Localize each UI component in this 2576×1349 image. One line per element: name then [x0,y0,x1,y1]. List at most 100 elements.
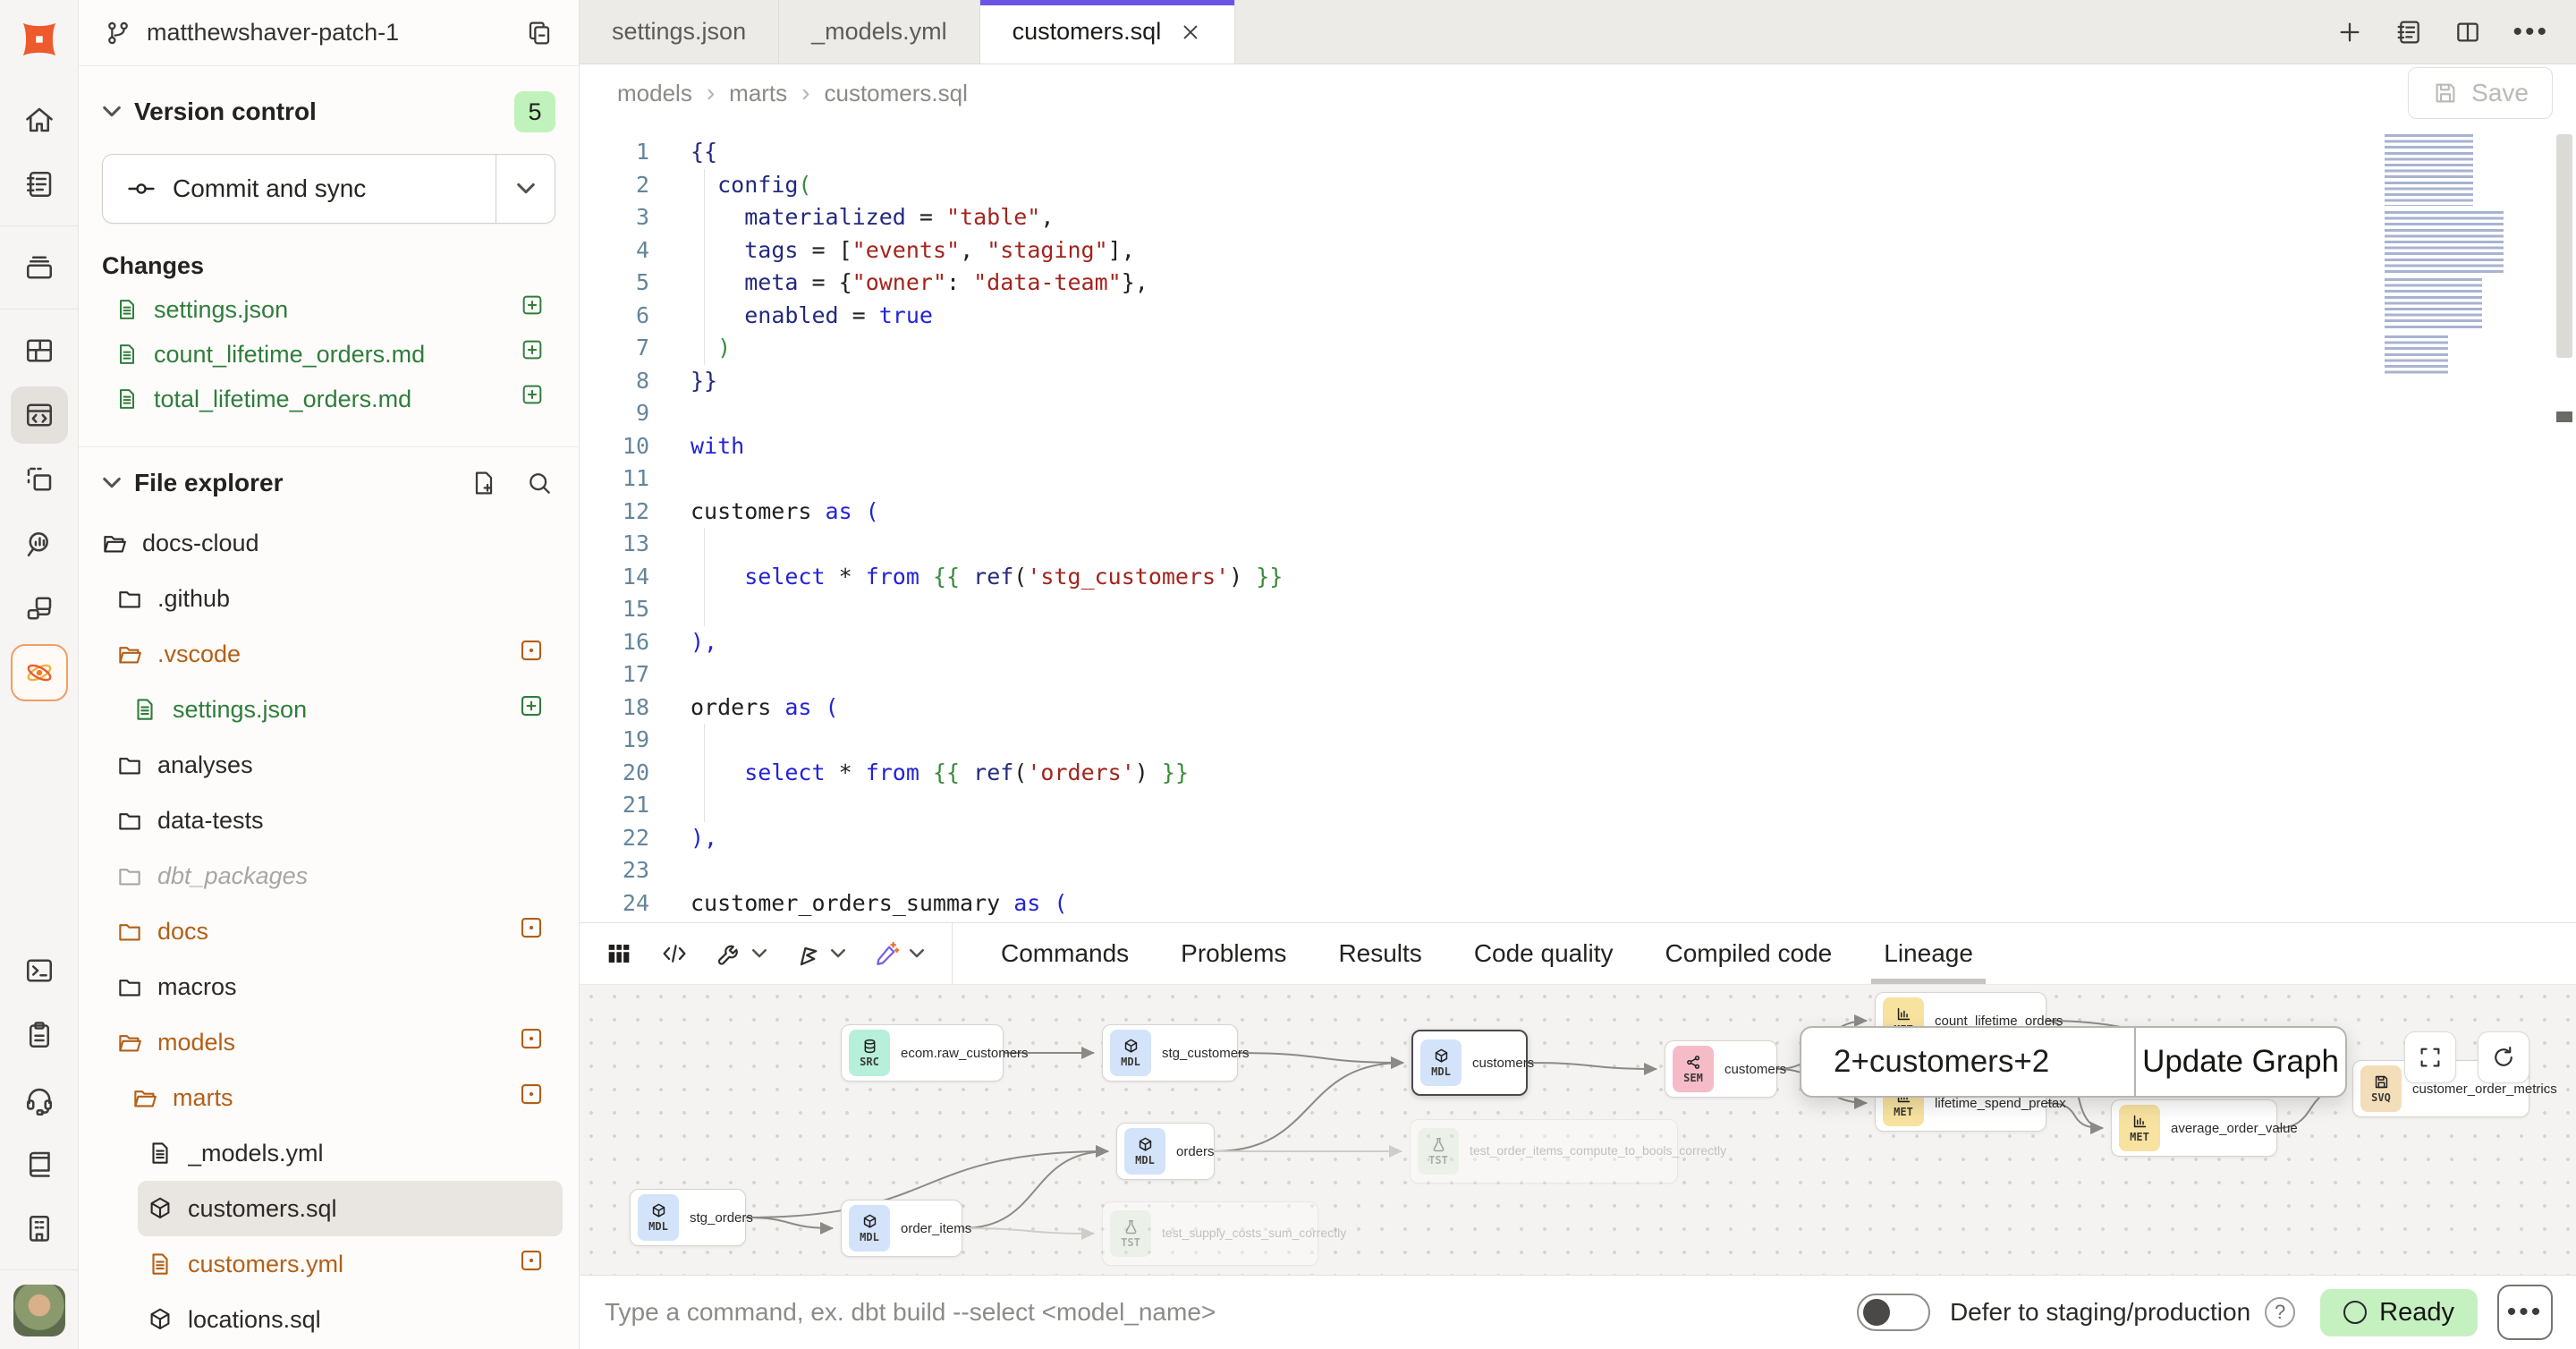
lineage-canvas[interactable]: SRCecom.raw_customers MDLstg_customers MDL… [580,984,2576,1275]
file-tree-item-customers-yml[interactable]: customers.yml [138,1236,563,1292]
ai-fix-tool[interactable] [873,939,925,968]
file-tree-item-analyses[interactable]: analyses [107,737,563,793]
changed-file-row[interactable]: total_lifetime_orders.md [79,377,579,421]
lineage-selector-input[interactable]: 2+customers+2 [1801,1028,2134,1096]
lineage-node-cust[interactable]: MDLcustomers [1411,1030,1528,1096]
terminal-icon[interactable] [11,942,68,999]
breadcrumb-file[interactable]: customers.sql [824,80,967,107]
refresh-button[interactable] [2478,1031,2529,1083]
file-tree-item-macros[interactable]: macros [107,959,563,1014]
split-view-icon[interactable] [2453,18,2482,47]
lineage-node-stgc[interactable]: MDLstg_customers [1102,1024,1238,1082]
home-icon[interactable] [11,91,68,148]
new-tab-plus-icon[interactable] [2335,18,2364,47]
code-line: 4 tags = ["events", "staging"], [580,234,2576,267]
user-avatar[interactable] [13,1285,65,1336]
dashboard-icon[interactable] [11,322,68,379]
file-tree-item--github[interactable]: .github [107,571,563,626]
status-badge[interactable]: Ready [2320,1289,2478,1336]
more-options-icon[interactable]: ••• [2512,19,2549,46]
tst-node-icon: TST [1110,1210,1151,1257]
panel-tab-compiled-code[interactable]: Compiled code [1665,923,1832,984]
lineage-node-toi[interactable]: TSTtest_order_items_compute_to_bools_cor… [1410,1119,1678,1184]
lineage-node-stgo[interactable]: MDLstg_orders [630,1189,746,1246]
file-tree-item--vscode[interactable]: .vscode [107,626,563,682]
dbt-logo-icon[interactable] [14,14,64,64]
panel-tab-problems[interactable]: Problems [1181,923,1286,984]
docs-book-icon[interactable] [11,1135,68,1192]
orchestration-icon[interactable] [11,580,68,637]
file-tree-item-locations-sql[interactable]: locations.sql [138,1292,563,1347]
file-tree: docs-cloud.github.vscode settings.json ana… [79,508,579,1349]
file-tree-item-customers-sql[interactable]: customers.sql [138,1181,563,1236]
breadcrumb-marts[interactable]: marts [729,80,787,107]
file-tree-item-docs-cloud[interactable]: docs-cloud [92,515,563,571]
code-line: 17 [580,658,2576,691]
build-wrench-tool[interactable] [716,939,767,968]
file-explorer-header[interactable]: File explorer [79,447,579,508]
lineage-node-ecom[interactable]: SRCecom.raw_customers [841,1024,1004,1082]
file-tree-item-docs[interactable]: docs [107,904,563,959]
lineage-node-ord[interactable]: MDLorders [1116,1123,1215,1180]
canvas-icon[interactable] [11,451,68,508]
panel-tab-lineage[interactable]: Lineage [1884,923,1973,984]
breadcrumb: models › marts › customers.sql [617,79,2408,107]
environments-icon[interactable] [11,239,68,296]
update-graph-button[interactable]: Update Graph [2134,1028,2345,1096]
editor-tab-customers-sql[interactable]: customers.sql [980,0,1236,64]
file-tree-item--models-yml[interactable]: _models.yml [138,1125,563,1181]
code-line: 11 [580,462,2576,496]
organization-building-icon[interactable] [11,1200,68,1257]
file-name: settings.json [173,696,518,724]
discover-icon[interactable] [11,515,68,573]
code-editor[interactable]: 1{{2 config(3 materialized = "table",4 t… [580,122,2576,922]
defer-toggle[interactable] [1857,1294,1930,1331]
new-file-icon[interactable] [470,469,498,497]
lineage-node-tsc[interactable]: TSTtest_supply_costs_sum_correctly [1102,1201,1318,1266]
fullscreen-button[interactable] [2404,1031,2456,1083]
node-label: test_order_items_compute_to_bools_correc… [1470,1143,1726,1159]
changed-file-row[interactable]: count_lifetime_orders.md [79,332,579,377]
search-icon[interactable] [525,469,554,497]
help-icon[interactable]: ? [2265,1297,2295,1328]
lineage-node-sem[interactable]: SEMcustomers [1665,1040,1777,1098]
file-name: data-tests [157,807,552,835]
commit-and-sync-button[interactable]: Commit and sync [102,154,555,224]
commit-options-caret[interactable] [496,155,555,223]
file-tree-item-dbt-packages[interactable]: dbt_packages [107,848,563,904]
breadcrumb-models[interactable]: models [617,80,692,107]
file-tree-item-models[interactable]: models [107,1014,563,1070]
changed-file-row[interactable]: settings.json [79,287,579,332]
changes-count-badge: 5 [514,91,555,132]
test-flag-tool[interactable] [794,939,846,968]
more-menu-button[interactable]: ••• [2497,1285,2553,1340]
results-table-icon[interactable] [605,939,633,968]
tasks-clipboard-icon[interactable] [11,1006,68,1064]
version-control-header[interactable]: Version control 5 [79,66,579,132]
line-number: 15 [580,593,658,626]
editor-tab--models-yml[interactable]: _models.yml [779,0,980,64]
save-button[interactable]: Save [2408,67,2553,119]
editor-tab-settings-json[interactable]: settings.json [580,0,779,64]
notebook-panel-icon[interactable] [2394,18,2423,47]
lineage-node-oi[interactable]: MDLorder_items [841,1200,962,1257]
panel-tab-code-quality[interactable]: Code quality [1474,923,1614,984]
branch-row[interactable]: matthewshaver-patch-1 [79,0,579,66]
panel-tab-results[interactable]: Results [1338,923,1421,984]
compile-code-icon[interactable] [660,939,689,968]
support-headset-icon[interactable] [11,1071,68,1128]
notebook-icon[interactable] [11,156,68,213]
file-tree-item-marts[interactable]: marts [123,1070,563,1125]
lineage-node-aov[interactable]: METaverage_order_value [2111,1099,2277,1157]
added-badge [518,692,552,726]
close-tab-icon[interactable] [1179,21,1202,44]
panel-tab-commands[interactable]: Commands [1001,923,1129,984]
file-tree-item-data-tests[interactable]: data-tests [107,793,563,848]
command-input[interactable]: Type a command, ex. dbt build --select <… [605,1298,1857,1327]
copy-icon[interactable] [525,19,554,47]
editor-scrollbar-thumb[interactable] [2556,134,2572,358]
file-tree-item-settings-json[interactable]: settings.json [123,682,563,737]
code-editor-icon[interactable] [11,386,68,444]
copilot-atom-icon[interactable] [11,644,68,701]
editor-minimap[interactable] [2385,134,2537,374]
